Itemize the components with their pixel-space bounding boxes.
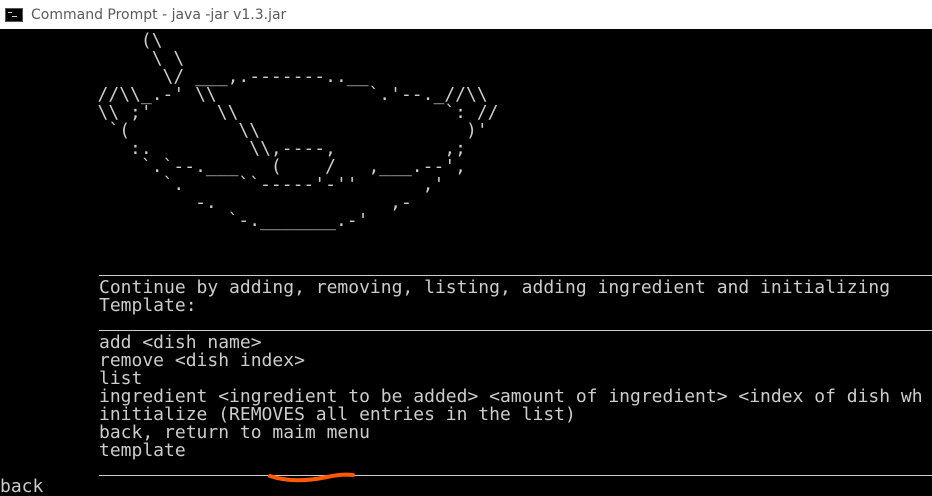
middle-separator-line [99, 330, 932, 331]
ascii-art-dish: (\ \ \ \/ ___,.-------..__ //\\_.-' \\ `… [97, 30, 499, 231]
console-area[interactable]: (\ \ \ \/ ___,.-------..__ //\\_.-' \\ `… [0, 29, 932, 496]
title-bar[interactable]: Command Prompt - java -jar v1.3.jar [0, 0, 932, 29]
user-input-line[interactable]: back [0, 478, 43, 496]
instruction-text: Continue by adding, removing, listing, a… [99, 277, 891, 316]
command-list-6: template [99, 440, 186, 461]
bottom-separator-line [99, 475, 932, 476]
top-separator-line [99, 275, 932, 276]
cmd-icon [5, 7, 23, 22]
window-title: Command Prompt - java -jar v1.3.jar [31, 6, 287, 23]
orange-underline-annotation [268, 472, 355, 483]
command-prompt-window: Command Prompt - java -jar v1.3.jar (\ \… [0, 0, 932, 496]
